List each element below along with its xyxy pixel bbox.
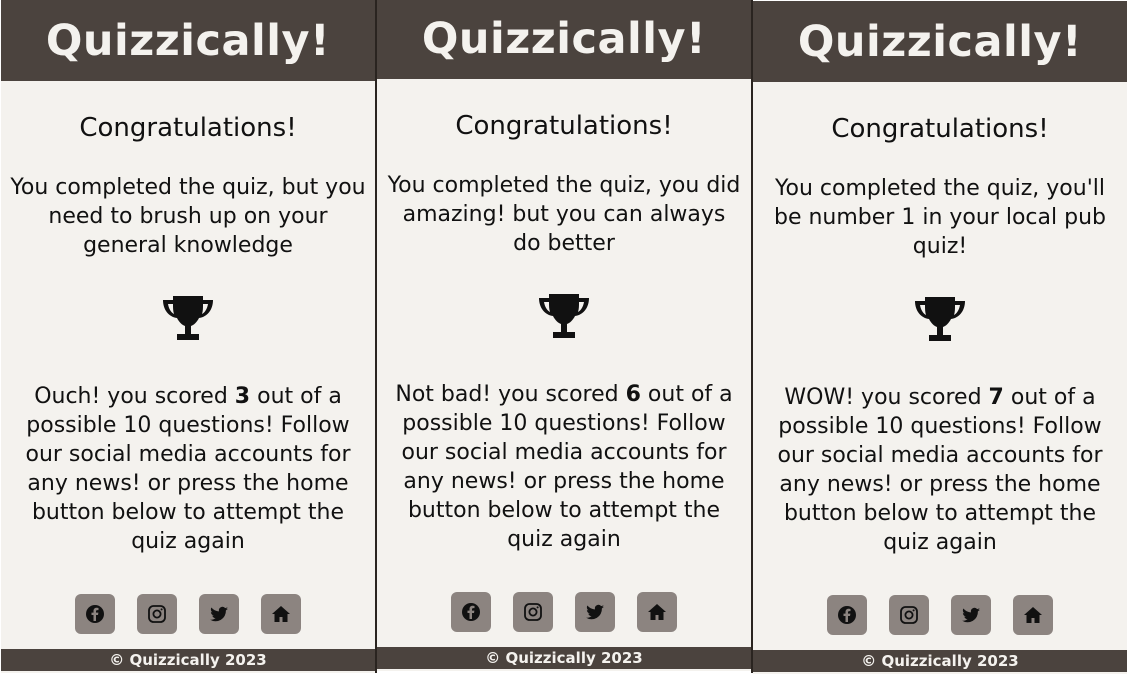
quiz-result-panel-3: Quizzically! Congratulations! You comple… [753,1,1127,674]
score-summary: Not bad! you scored 6 out of a possible … [386,380,742,554]
social-links [377,592,751,632]
trophy-icon [539,294,589,338]
trophy-icon [915,297,965,341]
twitter-button[interactable] [575,592,615,632]
congrats-heading: Congratulations! [831,114,1049,144]
score-value: 7 [988,385,1004,410]
home-button[interactable] [261,594,301,634]
footer-copyright: © Quizzically 2023 [753,650,1127,672]
site-header: Quizzically! [753,1,1127,82]
score-prefix: Not bad! you scored [395,382,626,407]
instagram-icon [148,605,166,623]
instagram-button[interactable] [137,594,177,634]
footer-copyright: © Quizzically 2023 [1,649,375,671]
instagram-button[interactable] [513,592,553,632]
facebook-button[interactable] [75,594,115,634]
score-prefix: Ouch! you scored [34,384,235,409]
score-suffix: out of a possible 10 questions! Follow o… [777,385,1103,555]
result-message: You completed the quiz, you'll be number… [774,176,1106,259]
footer-copyright: © Quizzically 2023 [377,647,751,669]
site-header: Quizzically! [1,0,375,81]
congrats-heading: Congratulations! [455,111,673,141]
score-summary: WOW! you scored 7 out of a possible 10 q… [762,383,1118,557]
site-header: Quizzically! [377,0,751,79]
home-button[interactable] [1013,595,1053,635]
facebook-button[interactable] [827,595,867,635]
trophy-icon [163,296,213,340]
facebook-icon [462,603,480,621]
social-links [753,595,1127,635]
score-prefix: WOW! you scored [784,385,989,410]
facebook-icon [86,605,104,623]
home-icon [1024,607,1042,623]
score-suffix: out of a possible 10 questions! Follow o… [25,384,351,554]
home-icon [648,604,666,620]
quiz-result-panel-1: Quizzically! Congratulations! You comple… [1,0,375,673]
score-value: 3 [234,384,251,409]
twitter-button[interactable] [199,594,239,634]
instagram-icon [900,606,918,624]
twitter-icon [962,607,980,623]
site-title: Quizzically! [421,13,707,64]
twitter-icon [586,604,604,620]
result-message: You completed the quiz, you did amazing!… [387,173,741,256]
score-suffix: out of a possible 10 questions! Follow o… [401,382,733,552]
site-title: Quizzically! [797,16,1083,67]
social-links [1,594,375,634]
instagram-icon [524,603,542,621]
score-value: 6 [625,382,641,407]
twitter-button[interactable] [951,595,991,635]
instagram-button[interactable] [889,595,929,635]
twitter-icon [210,606,228,622]
home-button[interactable] [637,592,677,632]
site-title: Quizzically! [45,15,331,66]
score-summary: Ouch! you scored 3 out of a possible 10 … [10,382,366,556]
facebook-icon [838,606,856,624]
quiz-result-panel-2: Quizzically! Congratulations! You comple… [377,0,751,671]
result-message: You completed the quiz, but you need to … [10,175,366,258]
congrats-heading: Congratulations! [79,113,297,143]
home-icon [272,606,290,622]
facebook-button[interactable] [451,592,491,632]
